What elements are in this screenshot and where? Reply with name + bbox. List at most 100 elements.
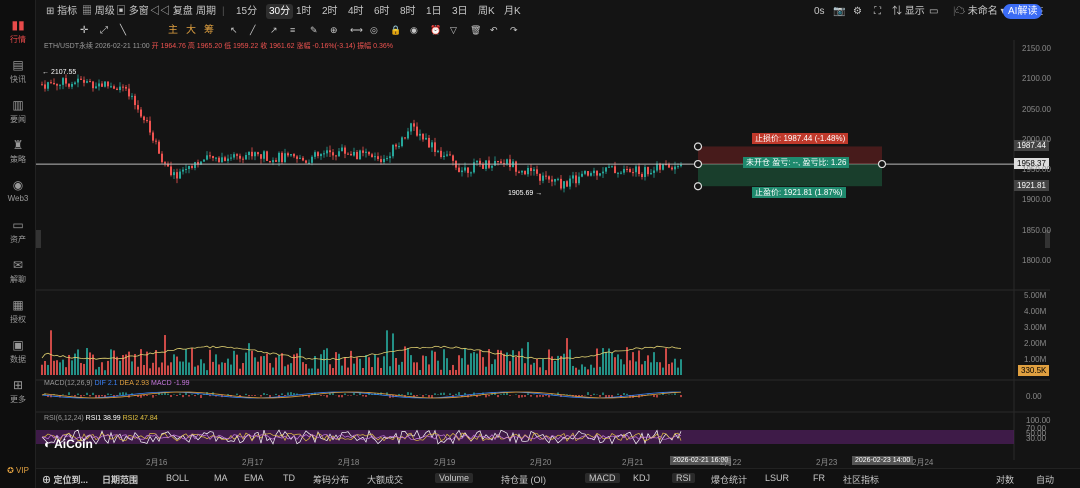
ruler-icon[interactable]: ⟷ — [350, 23, 363, 38]
alarm-icon[interactable]: ⏰ — [430, 23, 441, 38]
sidebar-item-0[interactable]: ▮▮ 行情 — [0, 18, 36, 45]
indicator-Volume[interactable]: Volume — [435, 473, 474, 483]
candle-body — [578, 176, 580, 184]
chip-toggle[interactable]: 筹 — [204, 23, 214, 38]
trash-icon[interactable]: 🗑 — [470, 23, 481, 38]
brush-icon[interactable]: ✎ — [310, 23, 318, 38]
indicator-RSI[interactable]: RSI — [672, 473, 696, 483]
undo-icon[interactable]: ↶ — [490, 23, 498, 38]
sidebar-item-2[interactable]: ▥ 要闻 — [0, 98, 36, 125]
period-4时[interactable]: 4时 — [348, 4, 364, 19]
sidebar-item-3[interactable]: ♜ 策略 — [0, 138, 36, 165]
large-order-toggle[interactable]: 大 — [186, 23, 196, 38]
candle-body — [674, 166, 676, 170]
sidebar-item-6[interactable]: ✉ 解聊 — [0, 258, 36, 285]
candle-body — [143, 116, 145, 121]
indicator-社区指标[interactable]: 社区指标 — [843, 473, 879, 486]
cycle-level-button[interactable]: ▦ 周级 — [82, 4, 115, 19]
indicator-BOLL[interactable]: BOLL — [166, 473, 189, 483]
locate-button[interactable]: ⊕ 定位到... — [42, 473, 88, 486]
display-button[interactable]: ⇅ 显示 — [892, 4, 925, 19]
period-15分[interactable]: 15分 — [236, 4, 257, 19]
auto-toggle[interactable]: 自动 — [1036, 473, 1054, 486]
period-2时[interactable]: 2时 — [322, 4, 338, 19]
indicator-TD[interactable]: TD — [283, 473, 295, 483]
indicator-EMA[interactable]: EMA — [244, 473, 264, 483]
volume-bar — [266, 353, 268, 375]
camera-icon[interactable]: 📷 — [833, 4, 845, 19]
lock-icon[interactable]: 🔒 — [390, 23, 401, 38]
multi-window-button[interactable]: ▣ 多窗 — [116, 4, 149, 19]
indicator-爆仓统计[interactable]: 爆仓统计 — [711, 473, 747, 486]
order-handle — [693, 159, 703, 169]
volume-bar — [155, 350, 157, 375]
candle-body — [569, 178, 571, 187]
indicator-MA[interactable]: MA — [214, 473, 228, 483]
indicator-FR[interactable]: FR — [813, 473, 825, 483]
eye-icon[interactable]: ◉ — [410, 23, 418, 38]
candle-body — [431, 142, 433, 148]
period-月K[interactable]: 月K — [504, 4, 521, 19]
log-toggle[interactable]: 对数 — [996, 473, 1014, 486]
stop-loss-label[interactable]: 止损价: 1987.44 (-1.48%) — [752, 133, 849, 144]
sidebar-item-4[interactable]: ◉ Web3 — [0, 178, 36, 203]
order-info-label[interactable]: 未开仓 盈亏: --, 盈亏比: 1.26 — [743, 157, 850, 168]
sidebar-item-9[interactable]: ⊞ 更多 — [0, 378, 36, 405]
price-chart[interactable] — [36, 40, 1050, 460]
sidebar-item-label: 快讯 — [10, 75, 26, 84]
indicator-大额成交[interactable]: 大额成交 — [367, 473, 403, 486]
period-周K[interactable]: 周K — [478, 4, 495, 19]
crosshair-icon[interactable]: ✛ — [80, 23, 88, 38]
period-1时[interactable]: 1时 — [296, 4, 312, 19]
cursor-icon[interactable]: ⤢ — [100, 23, 108, 38]
indicator-KDJ[interactable]: KDJ — [633, 473, 650, 483]
main-chart-toggle[interactable]: 主 — [168, 23, 178, 38]
magnet-icon[interactable]: ◎ — [370, 23, 378, 38]
indicator-LSUR[interactable]: LSUR — [765, 473, 789, 483]
period-8时[interactable]: 8时 — [400, 4, 416, 19]
candle-body — [449, 154, 451, 156]
sidebar-item-7[interactable]: ▦ 授权 — [0, 298, 36, 325]
volume-bar — [107, 360, 109, 375]
bottom-indicator-bar: ⊕ 定位到... 日期范围 对数 自动 BOLL MA EMA TD 筹码分布 大额成交 V… — [36, 468, 1080, 488]
more-options-icon[interactable]: ⋮ — [1037, 4, 1047, 19]
date-range-button[interactable]: 日期范围 — [102, 473, 138, 486]
layout-icon[interactable]: ▭ — [929, 4, 938, 19]
indicator-MACD[interactable]: MACD — [585, 473, 620, 483]
redo-icon[interactable]: ↷ — [510, 23, 518, 38]
macd-value: MACD -1.99 — [151, 380, 190, 387]
line-icon[interactable]: ╱ — [250, 23, 255, 38]
sidebar-item-8[interactable]: ▣ 数据 — [0, 338, 36, 365]
indicator-持仓量 (OI)[interactable]: 持仓量 (OI) — [501, 473, 546, 486]
settings-icon[interactable]: ⚙ — [853, 4, 862, 19]
sidebar-item-1[interactable]: ▤ 快讯 — [0, 58, 36, 85]
macd-histogram-bar — [320, 395, 322, 396]
volume-bar — [476, 353, 478, 375]
cycle-icon: ▦ — [82, 6, 95, 17]
template-dropdown[interactable]: ☁ 未命名 ▾ — [955, 4, 1006, 19]
candle-body — [305, 160, 307, 163]
replay-button[interactable]: ◁◁ 复盘 — [150, 4, 193, 19]
macd-histogram-bar — [143, 395, 145, 397]
indicator-筹码分布[interactable]: 筹码分布 — [313, 473, 349, 486]
period-3日[interactable]: 3日 — [452, 4, 468, 19]
filter-icon[interactable]: ▽ — [450, 23, 457, 38]
vip-item[interactable]: ✪ VIP — [0, 466, 36, 475]
period-30分[interactable]: 30分 — [266, 4, 294, 19]
cursor-icon[interactable]: ↖ — [230, 23, 238, 38]
fullscreen-icon[interactable]: ⛶ — [874, 4, 881, 19]
candle-body — [68, 83, 70, 87]
headline-icon: ▥ — [12, 98, 24, 112]
candle-body — [92, 81, 94, 89]
line-icon[interactable]: ╲ — [120, 23, 126, 38]
indicator-button[interactable]: ⊞ 指标 — [46, 4, 77, 19]
volume-bar — [131, 361, 133, 375]
volume-bar — [374, 354, 376, 375]
ray-icon[interactable]: ↗ — [270, 23, 278, 38]
sidebar-item-5[interactable]: ▭ 资产 — [0, 218, 36, 245]
take-profit-label[interactable]: 止盈价: 1921.81 (1.87%) — [752, 187, 846, 198]
period-6时[interactable]: 6时 — [374, 4, 390, 19]
period-1日[interactable]: 1日 — [426, 4, 442, 19]
zoom-icon[interactable]: ⊕ — [330, 23, 338, 38]
channel-icon[interactable]: ≡ — [290, 23, 295, 38]
